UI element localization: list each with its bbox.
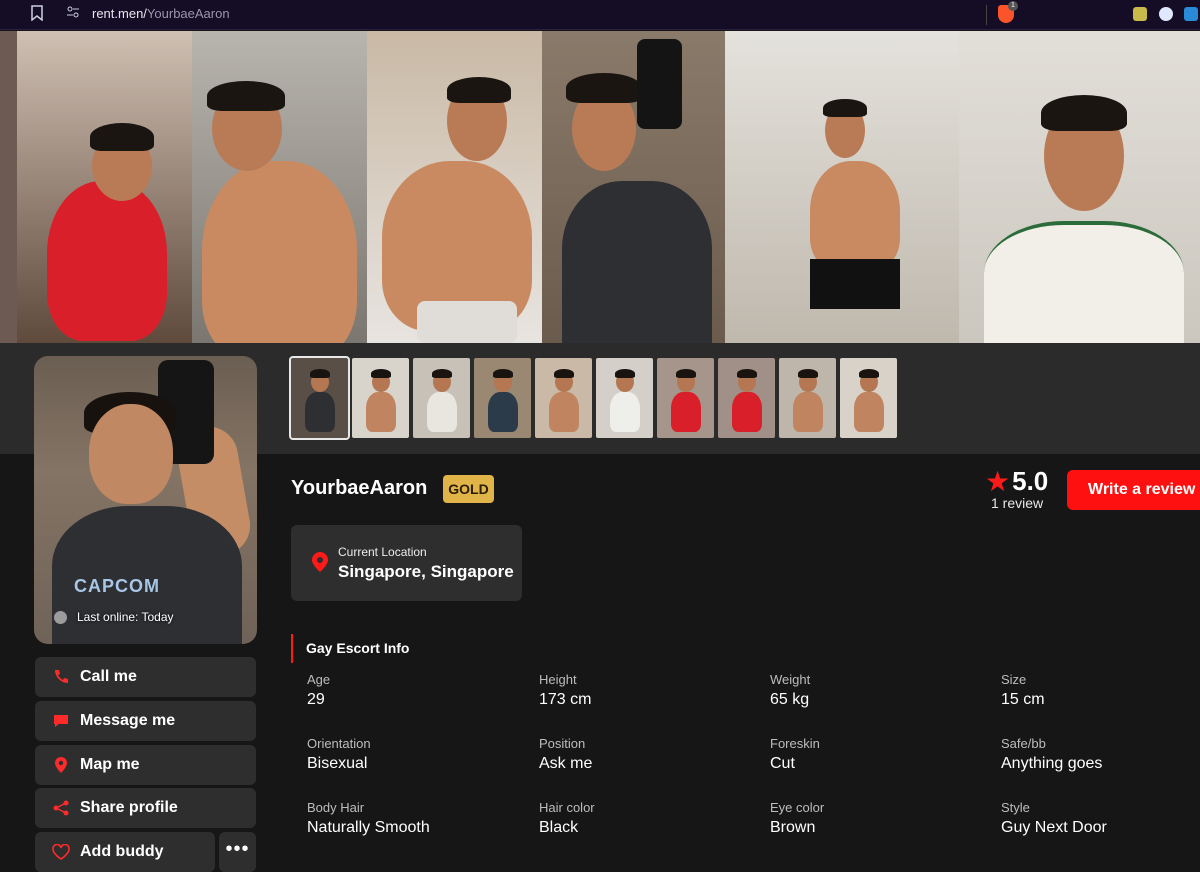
url-host: rent.men/ (92, 6, 147, 21)
gallery-thumbnail[interactable] (352, 358, 409, 438)
info-key: Hair color (539, 800, 595, 815)
gallery-thumbnail[interactable] (779, 358, 836, 438)
banner-photo[interactable] (367, 31, 542, 343)
gallery-thumbnail[interactable] (718, 358, 775, 438)
info-size: Size 15 cm (1001, 672, 1200, 709)
add-buddy-label: Add buddy (80, 843, 164, 860)
extension-icon[interactable] (1184, 7, 1198, 21)
jersey-logo: CAPCOM (74, 576, 160, 596)
info-weight: Weight 65 kg (770, 672, 990, 709)
gallery-thumbnail[interactable] (840, 358, 897, 438)
info-position: Position Ask me (539, 736, 759, 773)
location-card: Current Location Singapore, Singapore (291, 525, 522, 601)
profile-photo[interactable]: CAPCOM (34, 356, 257, 644)
site-settings-icon[interactable] (66, 6, 80, 21)
map-button[interactable]: Map me (35, 745, 256, 785)
map-label: Map me (80, 756, 140, 773)
info-value: Black (539, 819, 579, 836)
location-value: Singapore, Singapore (338, 562, 514, 581)
info-eye-color: Eye color Brown (770, 800, 990, 837)
add-buddy-button[interactable]: Add buddy (35, 832, 215, 872)
info-height: Height 173 cm (539, 672, 759, 709)
address-bar[interactable]: rent.men/YourbaeAaron (92, 6, 230, 21)
heart-icon (51, 842, 71, 862)
info-value: 29 (307, 691, 325, 708)
extension-icon[interactable] (1133, 7, 1147, 21)
banner-photo[interactable] (959, 31, 1200, 343)
info-value: Naturally Smooth (307, 819, 430, 836)
thumbnail-gallery (289, 356, 897, 440)
shields-count-badge: 1 (1008, 1, 1018, 11)
info-value: Cut (770, 755, 795, 772)
rating-summary: ★ 5.0 (985, 466, 1048, 497)
info-body-hair: Body Hair Naturally Smooth (307, 800, 527, 837)
location-pin-icon (311, 551, 329, 573)
info-foreskin: Foreskin Cut (770, 736, 990, 773)
review-count-link[interactable]: 1 review (991, 495, 1043, 511)
info-key: Foreskin (770, 736, 820, 751)
chat-icon (51, 711, 71, 731)
rating-score: 5.0 (1012, 466, 1049, 496)
url-path: YourbaeAaron (146, 6, 230, 21)
section-title: Gay Escort Info (291, 634, 409, 663)
banner-photo[interactable] (192, 31, 367, 343)
info-key: Orientation (307, 736, 371, 751)
info-value: Anything goes (1001, 755, 1103, 772)
message-label: Message me (80, 712, 176, 729)
banner-photo[interactable] (17, 31, 192, 343)
share-icon (51, 798, 71, 818)
banner-photo[interactable] (542, 31, 725, 343)
info-age: Age 29 (307, 672, 527, 709)
info-style: Style Guy Next Door (1001, 800, 1200, 837)
message-button[interactable]: Message me (35, 701, 256, 741)
info-value: 173 cm (539, 691, 592, 708)
info-hair-color: Hair color Black (539, 800, 759, 837)
share-button[interactable]: Share profile (35, 788, 256, 828)
info-key: Height (539, 672, 577, 687)
info-key: Age (307, 672, 331, 687)
gallery-thumbnail[interactable] (596, 358, 653, 438)
more-options-button[interactable]: ••• (219, 832, 256, 872)
phone-icon (51, 667, 71, 687)
tier-badge: GOLD (443, 475, 494, 503)
share-label: Share profile (80, 799, 178, 816)
info-safe-bb: Safe/bb Anything goes (1001, 736, 1200, 773)
write-review-button[interactable]: Write a review (1067, 470, 1200, 510)
map-pin-icon (51, 755, 71, 775)
info-value: 65 kg (770, 691, 810, 708)
info-value: Brown (770, 819, 816, 836)
extension-icon[interactable] (1159, 7, 1173, 21)
status-dot-icon (54, 610, 67, 624)
browser-toolbar: rent.men/YourbaeAaron 1 (0, 0, 1200, 30)
location-label: Current Location (338, 545, 427, 559)
photo-banner (0, 31, 1200, 343)
call-label: Call me (80, 668, 137, 685)
info-value: Bisexual (307, 755, 368, 772)
info-key: Style (1001, 800, 1030, 815)
gallery-thumbnail[interactable] (474, 358, 531, 438)
gallery-thumbnail[interactable] (413, 358, 470, 438)
gallery-thumbnail[interactable] (657, 358, 714, 438)
info-key: Body Hair (307, 800, 365, 815)
info-key: Safe/bb (1001, 736, 1046, 751)
info-value: Guy Next Door (1001, 819, 1107, 836)
gallery-thumbnail[interactable] (289, 356, 350, 440)
star-icon: ★ (985, 465, 1011, 497)
banner-photo[interactable] (0, 31, 17, 343)
info-value: Ask me (539, 755, 593, 772)
gallery-thumbnail[interactable] (535, 358, 592, 438)
info-value: 15 cm (1001, 691, 1045, 708)
last-online-text: Last online: Today (77, 610, 174, 624)
call-button[interactable]: Call me (35, 657, 256, 697)
info-key: Weight (770, 672, 811, 687)
toolbar-divider (986, 5, 987, 25)
banner-photo[interactable] (725, 31, 959, 343)
info-key: Size (1001, 672, 1027, 687)
bookmark-icon[interactable] (31, 5, 45, 23)
profile-name: YourbaeAaron (291, 477, 428, 499)
info-orientation: Orientation Bisexual (307, 736, 527, 773)
online-status: Last online: Today (54, 610, 174, 624)
info-key: Position (539, 736, 586, 751)
info-key: Eye color (770, 800, 825, 815)
